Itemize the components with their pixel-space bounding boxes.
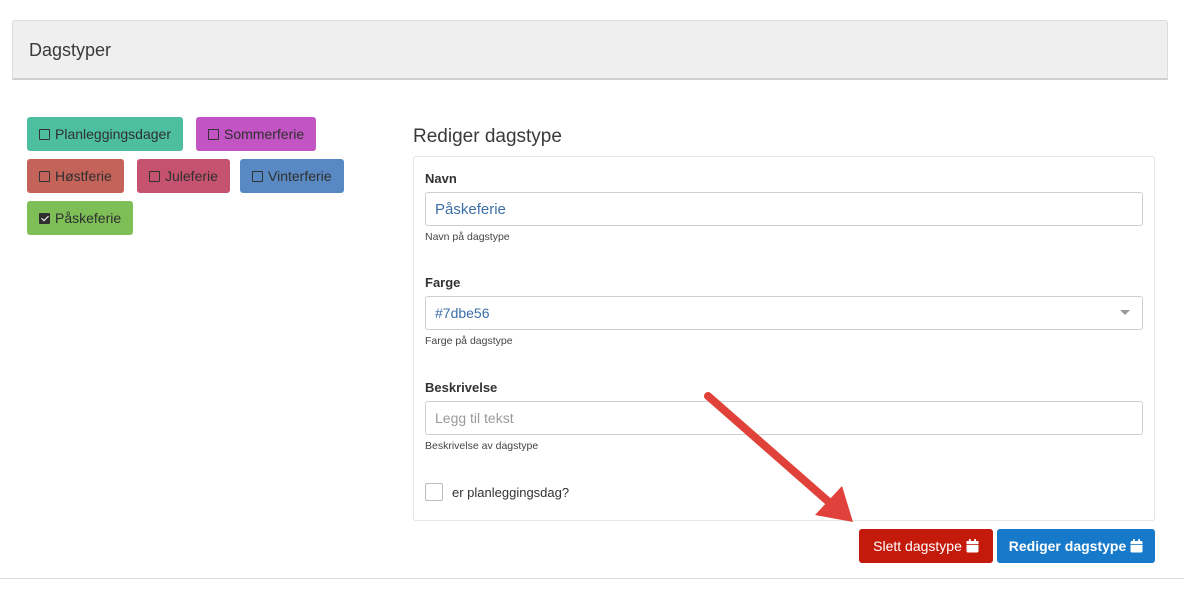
day-type-label: Høstferie	[55, 168, 112, 184]
color-label: Farge	[425, 275, 461, 290]
checkbox-icon	[252, 170, 263, 182]
day-type-chip-vinterferie[interactable]: Vinterferie	[240, 159, 344, 193]
day-type-chip-planleggingsdager[interactable]: Planleggingsdager	[27, 117, 183, 151]
day-type-label: Vinterferie	[268, 168, 332, 184]
day-type-chip-sommerferie[interactable]: Sommerferie	[196, 117, 317, 151]
bottom-divider	[0, 578, 1184, 579]
color-select-value: #7dbe56	[435, 305, 490, 321]
name-input-value: Påskeferie	[435, 200, 506, 218]
day-type-label: Planleggingsdager	[55, 126, 171, 142]
page-header: Dagstyper	[12, 20, 1168, 80]
description-help-text: Beskrivelse av dagstype	[425, 440, 539, 452]
edit-button-label: Rediger dagstype	[1008, 538, 1127, 554]
name-help-text: Navn på dagstype	[425, 231, 510, 243]
delete-button-label: Slett dagstype	[873, 538, 962, 554]
day-type-chip-hostferie[interactable]: Høstferie	[27, 159, 124, 193]
day-type-label: Påskeferie	[55, 210, 122, 226]
checkbox-icon	[39, 128, 50, 140]
form-title: Rediger dagstype	[413, 126, 562, 147]
day-type-chip-juleferie[interactable]: Juleferie	[137, 159, 230, 193]
name-label: Navn	[425, 171, 457, 186]
dropdown-arrow-icon	[1120, 310, 1130, 315]
page-title: Dagstyper	[29, 40, 112, 60]
checkbox-icon	[208, 128, 219, 140]
day-type-label: Juleferie	[165, 168, 218, 184]
color-help-text: Farge på dagstype	[425, 335, 513, 347]
planning-day-label: er planleggingsdag?	[452, 485, 570, 500]
calendar-icon	[966, 539, 979, 553]
description-placeholder: Legg til tekst	[435, 410, 514, 426]
day-type-label: Sommerferie	[224, 126, 305, 142]
edit-day-type-button[interactable]: Rediger dagstype	[997, 529, 1155, 563]
checked-checkbox-icon	[39, 212, 50, 224]
description-label: Beskrivelse	[425, 380, 498, 395]
checkbox-icon	[149, 170, 160, 182]
color-select[interactable]: #7dbe56	[425, 296, 1143, 330]
description-input[interactable]: Legg til tekst	[425, 401, 1143, 435]
checkbox-icon	[39, 170, 50, 182]
calendar-icon	[1130, 539, 1143, 553]
planning-day-checkbox[interactable]	[425, 483, 443, 501]
delete-day-type-button[interactable]: Slett dagstype	[859, 529, 993, 563]
day-type-chip-paskeferie[interactable]: Påskeferie	[27, 201, 134, 235]
name-input[interactable]: Påskeferie	[425, 192, 1143, 226]
